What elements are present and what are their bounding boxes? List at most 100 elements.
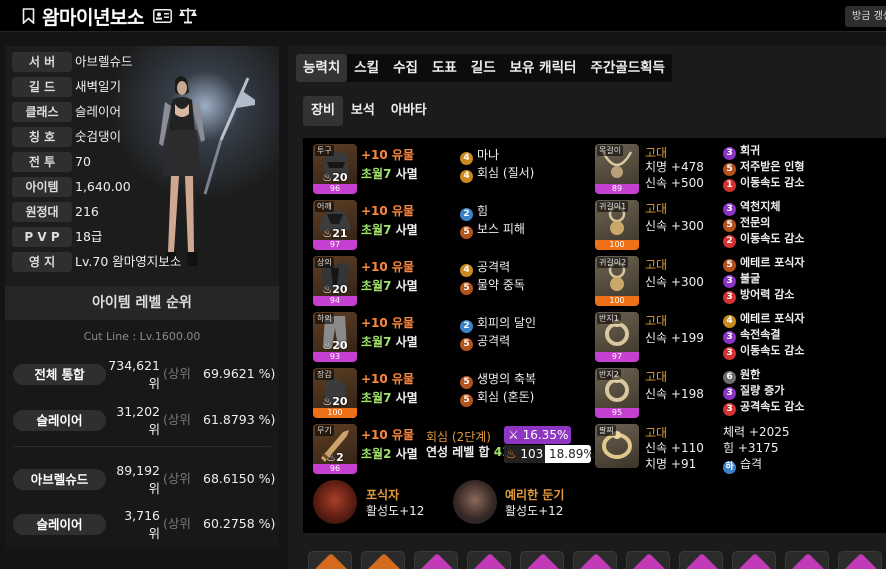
accessory-stats: 신속 +198 bbox=[645, 387, 704, 401]
equip-slot-gloves[interactable]: 장갑 ♨20 100 bbox=[313, 368, 357, 418]
effect-line: 4 마나 bbox=[460, 148, 499, 165]
gem-slot[interactable] bbox=[732, 551, 776, 569]
equip-slot-pants[interactable]: 하의 ♨20 93 bbox=[313, 312, 357, 362]
gem-slot[interactable] bbox=[838, 551, 882, 569]
subtab-avatar[interactable]: 아바타 bbox=[383, 96, 435, 126]
profile-row-estate: 영 지 Lv.70 왐마영지보소 bbox=[5, 252, 205, 274]
effect-line: 5 회심 (혼돈) bbox=[460, 390, 534, 407]
quality-bar: 100 bbox=[313, 408, 357, 418]
accessory-stats: 신속 +199 bbox=[645, 331, 704, 345]
profile-row-guild: 길 드 새벽일기 bbox=[5, 77, 205, 99]
tab-charts[interactable]: 도표 bbox=[425, 54, 464, 82]
accessory-engravings: 5 에테르 포식자 3 불굴 3 방어력 감소 bbox=[723, 256, 805, 304]
accessory-engravings: 3 회귀 5 저주받은 인형 1 이동속도 감소 bbox=[723, 144, 805, 192]
effect-line: 5 공격력 bbox=[460, 334, 510, 351]
gem-slot[interactable] bbox=[467, 551, 511, 569]
equip-slot-ring-2[interactable]: 반지2 95 bbox=[595, 368, 639, 418]
accessory-stats: 신속 +300 bbox=[645, 219, 704, 233]
ranking-title: 아이템 레벨 순위 bbox=[5, 286, 279, 320]
equip-slot-bracelet[interactable]: 팔찌 bbox=[595, 424, 639, 468]
gem-icon bbox=[314, 553, 348, 569]
ranking-row-server: 아브렐슈드 89,192 위 (상위 68.6150 %) bbox=[5, 462, 279, 502]
gem-slot[interactable] bbox=[573, 551, 617, 569]
sub-tabs: 장비 보석 아바타 bbox=[303, 96, 435, 126]
subtab-equipment[interactable]: 장비 bbox=[303, 96, 343, 126]
gem-slot[interactable] bbox=[785, 551, 829, 569]
gem-icon bbox=[420, 553, 454, 569]
subtab-gems[interactable]: 보석 bbox=[343, 96, 383, 126]
elixir-set: 초월7 사멸 bbox=[361, 167, 418, 181]
blade-icon: ⚔ bbox=[508, 428, 519, 442]
equip-slot-ring-1[interactable]: 반지1 97 bbox=[595, 312, 639, 362]
engraving-value: 활성도+12 bbox=[366, 504, 425, 518]
profile-row-pvp: P V P 18급 bbox=[5, 227, 205, 249]
transcend-pill: ♨ 103 18.89% bbox=[504, 445, 595, 463]
tab-guild[interactable]: 길드 bbox=[464, 54, 503, 82]
equip-slot-earring-2[interactable]: 귀걸이2 100 bbox=[595, 256, 639, 306]
top-bar: 왐마이년보소 방금 갱신 bbox=[0, 0, 886, 32]
accessory-grade: 고대 bbox=[645, 370, 668, 384]
id-card-icon[interactable] bbox=[153, 9, 172, 23]
profile-row-class: 클래스 슬레이어 bbox=[5, 102, 205, 124]
engraving-blunt-icon[interactable] bbox=[453, 480, 497, 524]
gem-icon bbox=[473, 553, 507, 569]
engraving-name: 예리한 둔기 bbox=[505, 488, 565, 502]
gem-icon bbox=[632, 553, 666, 569]
profile-row-server: 서 버 아브렐슈드 bbox=[5, 52, 205, 74]
accessory-grade: 고대 bbox=[645, 314, 668, 328]
equip-slot-helmet[interactable]: 투구 ♨20 96 bbox=[313, 144, 357, 194]
equip-slot-earring-1[interactable]: 귀걸이1 100 bbox=[595, 200, 639, 250]
elixir-set: 초월7 사멸 bbox=[361, 391, 418, 405]
accessory-grade: 고대 bbox=[645, 258, 668, 272]
quality-bar: 94 bbox=[313, 296, 357, 306]
equip-slot-shoulder[interactable]: 어깨 ♨21 97 bbox=[313, 200, 357, 250]
equip-slot-necklace[interactable]: 목걸이 89 bbox=[595, 144, 639, 194]
effect-line: 5 보스 피해 bbox=[460, 222, 525, 239]
ranking-divider bbox=[13, 446, 271, 447]
gem-slot[interactable] bbox=[679, 551, 723, 569]
gem-slot[interactable] bbox=[361, 551, 405, 569]
engraving-name: 포식자 bbox=[366, 488, 400, 502]
profile-row-item-level: 아이템 1,640.00 bbox=[5, 177, 205, 199]
effect-line: 2힘 bbox=[460, 204, 488, 221]
upgrade-label: +10 유물 bbox=[361, 148, 415, 162]
gem-slot[interactable] bbox=[308, 551, 352, 569]
upgrade-label: +10 유물 bbox=[361, 372, 415, 386]
tab-weekly-gold[interactable]: 주간골드획득 bbox=[583, 54, 672, 82]
bookmark-icon[interactable] bbox=[22, 8, 35, 24]
quality-bar: 97 bbox=[313, 240, 357, 250]
gem-icon bbox=[367, 553, 401, 569]
quality-bar: 89 bbox=[595, 184, 639, 194]
gem-icon bbox=[685, 553, 719, 569]
accessory-stats: 치명 +478 신속 +500 bbox=[645, 160, 704, 190]
bracelet-stats: 신속 +110 치명 +91 bbox=[645, 441, 704, 471]
equipment-panel: 투구 ♨20 96 +10 유물 초월7 사멸 4 마나 4 회심 (질서) 어깨 … bbox=[303, 138, 886, 533]
gem-slot[interactable] bbox=[626, 551, 670, 569]
equip-slot-weapon[interactable]: 무기 ♨2 96 bbox=[313, 424, 357, 474]
tab-stats[interactable]: 능력치 bbox=[296, 54, 348, 82]
profile-info: 서 버 아브렐슈드 길 드 새벽일기 클래스 슬레이어 칭 호 숫검댕이 전 투 70 아… bbox=[5, 46, 279, 276]
gem-slot[interactable] bbox=[414, 551, 458, 569]
stat-pill: ⚔ 16.35% bbox=[504, 426, 571, 444]
equip-slot-chest[interactable]: 상의 ♨20 94 bbox=[313, 256, 357, 306]
quality-bar: 96 bbox=[313, 464, 357, 474]
tab-characters[interactable]: 보유 캐릭터 bbox=[503, 54, 584, 82]
bracelet-extra-stats: 체력 +2025 힘 +3175 하 습격 bbox=[723, 425, 790, 474]
tab-skills[interactable]: 스킬 bbox=[347, 54, 386, 82]
quality-bar: 95 bbox=[595, 408, 639, 418]
ranking-row-overall: 전체 통합 734,621 위 (상위 69.9621 %) bbox=[5, 357, 279, 397]
effect-line: 5 물약 중독 bbox=[460, 278, 525, 295]
accessory-engravings: 4 에테르 포식자 3 속전속결 3 이동속도 감소 bbox=[723, 312, 805, 360]
tab-collection[interactable]: 수집 bbox=[386, 54, 425, 82]
accessory-engravings: 3 역천지체 5 전문의 2 이동속도 감소 bbox=[723, 200, 805, 248]
engraving-predator-icon[interactable] bbox=[313, 480, 357, 524]
gem-slot[interactable] bbox=[520, 551, 564, 569]
upgrade-label: +10 유물 bbox=[361, 316, 415, 330]
effect-line: 5 생명의 축복 bbox=[460, 372, 536, 389]
gem-icon bbox=[738, 553, 772, 569]
flame-icon: ♨ bbox=[505, 447, 517, 461]
character-name: 왐마이년보소 bbox=[42, 7, 144, 29]
refresh-button[interactable]: 방금 갱신 bbox=[845, 6, 886, 27]
effect-line: 2 회피의 달인 bbox=[460, 316, 536, 333]
scale-icon[interactable] bbox=[178, 7, 198, 24]
